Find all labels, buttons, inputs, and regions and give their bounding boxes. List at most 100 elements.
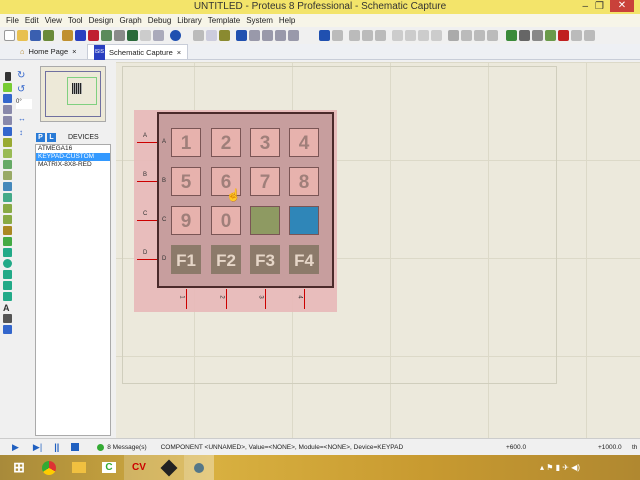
device-item[interactable]: MATRIX-8X8-RED	[36, 161, 110, 169]
box-icon[interactable]	[3, 248, 12, 257]
grid-icon[interactable]	[206, 29, 217, 41]
rotate-clockwise-icon[interactable]: ↻	[17, 70, 25, 81]
key-0[interactable]: 0	[211, 206, 241, 235]
marker-icon[interactable]	[3, 325, 12, 334]
device-item[interactable]: ATMEGA16	[36, 145, 110, 153]
key-blank[interactable]	[250, 206, 280, 235]
bom-icon[interactable]	[127, 29, 138, 41]
minimize-icon[interactable]: –	[582, 0, 588, 14]
3d-icon[interactable]	[114, 29, 125, 41]
row-pin[interactable]	[137, 220, 157, 221]
home-icon[interactable]	[62, 29, 73, 41]
notes-icon[interactable]	[140, 29, 151, 41]
instrument-icon[interactable]	[3, 226, 12, 235]
device-item-selected[interactable]: KEYPAD-CUSTOM	[36, 153, 110, 161]
column-pin[interactable]	[226, 289, 227, 309]
text-icon[interactable]: A	[3, 303, 12, 313]
schematic-icon[interactable]	[75, 29, 86, 41]
overview-window[interactable]	[40, 66, 106, 122]
save-icon[interactable]	[30, 29, 41, 41]
remove-sheet-icon[interactable]	[558, 29, 569, 41]
tab-schematic-capture[interactable]: ISIS Schematic Capture ×	[86, 44, 189, 60]
key-blank[interactable]	[289, 206, 319, 235]
menu-view[interactable]: View	[45, 14, 68, 27]
wire-autorouter-icon[interactable]	[506, 29, 517, 41]
packaging-icon[interactable]	[474, 29, 485, 41]
proteus-isis-icon[interactable]	[154, 455, 184, 480]
help-icon[interactable]	[170, 29, 181, 41]
menu-design[interactable]: Design	[89, 14, 120, 27]
key-2[interactable]: 2	[211, 128, 241, 157]
rotate-anticlockwise-icon[interactable]: ↺	[17, 84, 25, 95]
key-8[interactable]: 8	[289, 167, 319, 196]
pcb-icon[interactable]	[88, 29, 99, 41]
pick-devices-button[interactable]: P	[36, 132, 45, 142]
block-delete-icon[interactable]	[431, 29, 442, 41]
probe-current-icon[interactable]	[3, 215, 12, 224]
line-icon[interactable]	[3, 237, 12, 246]
menu-system[interactable]: System	[246, 14, 279, 27]
device-list[interactable]: ATMEGA16 KEYPAD-CUSTOM MATRIX-8X8-RED	[35, 144, 111, 436]
new-sheet-icon[interactable]	[545, 29, 556, 41]
camtasia-icon[interactable]: C	[94, 455, 124, 480]
decompose-icon[interactable]	[487, 29, 498, 41]
open-icon[interactable]	[17, 29, 28, 41]
property-tool-icon[interactable]	[532, 29, 543, 41]
origin-icon[interactable]	[219, 29, 230, 41]
library-button[interactable]: L	[47, 132, 56, 142]
gerber-icon[interactable]	[101, 29, 112, 41]
refresh-icon[interactable]	[193, 29, 204, 41]
key-4[interactable]: 4	[289, 128, 319, 157]
junction-icon[interactable]	[3, 94, 12, 103]
exit-parent-icon[interactable]	[571, 29, 582, 41]
bus-icon[interactable]	[3, 127, 12, 136]
column-pin[interactable]	[265, 289, 266, 309]
close-window-icon[interactable]: ✕	[610, 0, 634, 12]
copy-icon[interactable]	[362, 29, 373, 41]
pan-icon[interactable]	[236, 29, 247, 41]
menu-graph[interactable]: Graph	[119, 14, 147, 27]
stop-icon[interactable]	[71, 443, 80, 451]
probe-voltage-icon[interactable]	[3, 204, 12, 213]
selection-mode-icon[interactable]	[4, 72, 11, 81]
zoom-in-icon[interactable]	[249, 29, 260, 41]
wire-label-icon[interactable]	[3, 105, 12, 114]
mirror-y-icon[interactable]: ↕	[19, 128, 23, 137]
symbol-icon[interactable]	[3, 314, 12, 323]
key-1[interactable]: 1	[171, 128, 201, 157]
make-device-icon[interactable]	[461, 29, 472, 41]
path-icon[interactable]	[3, 281, 12, 290]
key-9[interactable]: 9	[171, 206, 201, 235]
windows-start-icon[interactable]: ⊞	[4, 455, 34, 480]
undo-icon[interactable]	[319, 29, 330, 41]
tab-home-page[interactable]: ⌂ Home Page ×	[14, 44, 83, 59]
maximize-icon[interactable]: ❐	[595, 0, 604, 14]
block-rotate-icon[interactable]	[418, 29, 429, 41]
key-f2[interactable]: F2	[211, 245, 241, 274]
menu-template[interactable]: Template	[208, 14, 246, 27]
close-tab-icon[interactable]: ×	[72, 44, 76, 59]
row-pin[interactable]	[137, 259, 157, 260]
cut-icon[interactable]	[349, 29, 360, 41]
menu-help[interactable]: Help	[279, 14, 301, 27]
arc-icon[interactable]	[3, 270, 12, 279]
column-pin[interactable]	[304, 289, 305, 309]
system-tray-icons[interactable]: ▴ ⚑ ▮ ✈ ◀)	[540, 463, 580, 472]
terminal-icon[interactable]	[3, 149, 12, 158]
text-script-icon[interactable]	[3, 116, 12, 125]
menu-tool[interactable]: Tool	[68, 14, 89, 27]
pause-icon[interactable]: ||	[54, 442, 59, 452]
zoom-all-icon[interactable]	[275, 29, 286, 41]
close-tab-icon[interactable]: ×	[177, 45, 181, 60]
tape-icon[interactable]	[3, 182, 12, 191]
block-move-icon[interactable]	[405, 29, 416, 41]
messages-count[interactable]: 8 Message(s)	[107, 444, 146, 451]
component-mode-icon[interactable]	[3, 83, 12, 92]
row-pin[interactable]	[137, 142, 157, 143]
pin-icon[interactable]	[3, 160, 12, 169]
chrome-icon[interactable]	[34, 455, 64, 480]
search-icon[interactable]	[519, 29, 530, 41]
zoom-area-icon[interactable]	[288, 29, 299, 41]
menu-library[interactable]: Library	[177, 14, 207, 27]
new-icon[interactable]	[4, 29, 15, 41]
